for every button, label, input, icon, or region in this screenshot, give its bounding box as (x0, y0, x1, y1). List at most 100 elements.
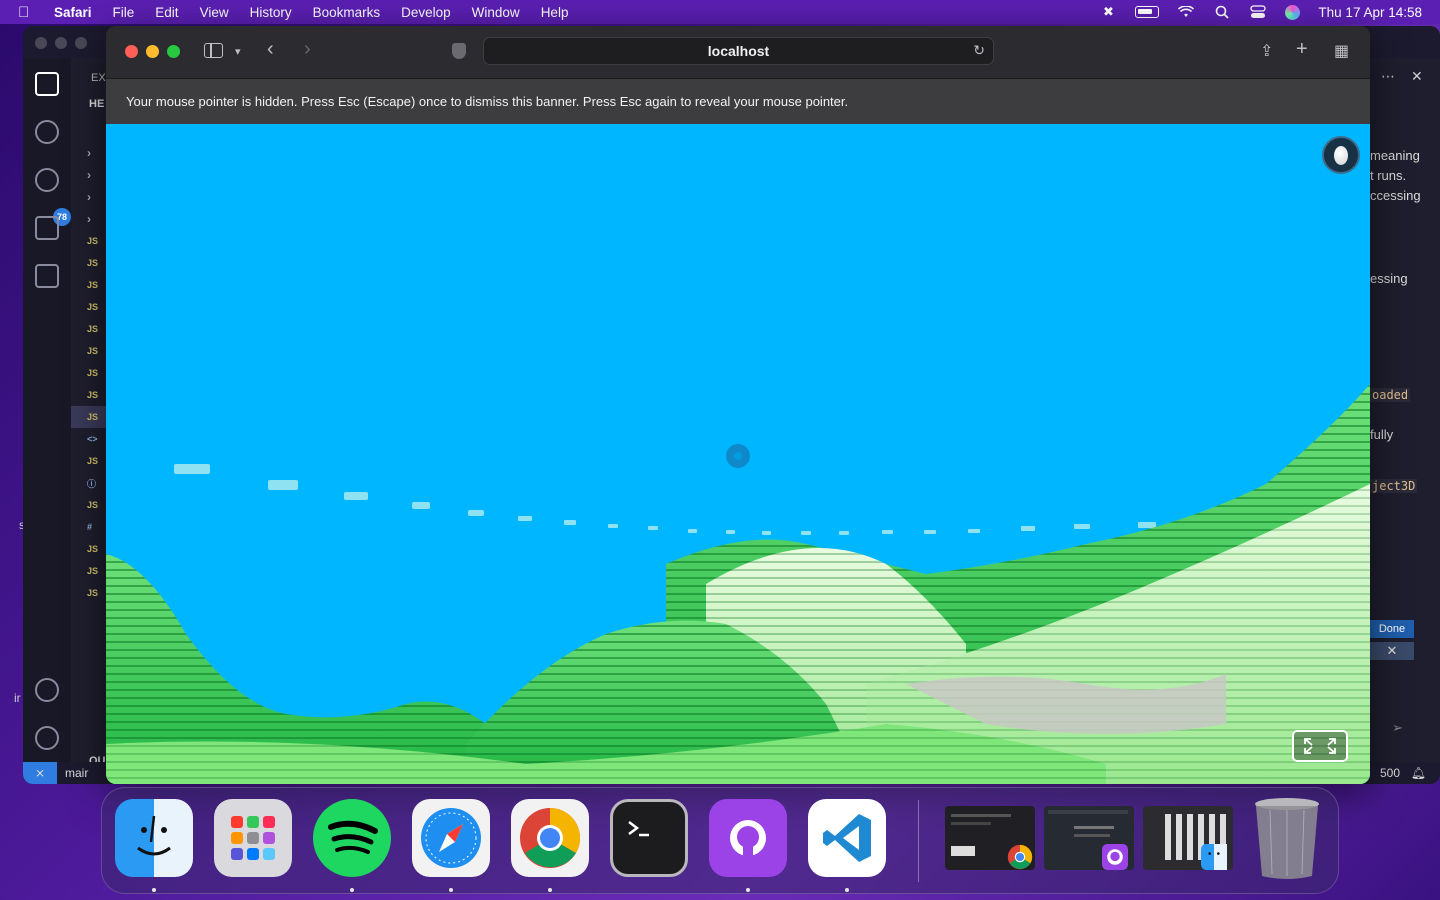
privacy-shield-icon[interactable] (452, 43, 466, 59)
address-bar-url: localhost (707, 43, 770, 59)
send-icon[interactable]: ➢ (1392, 720, 1403, 736)
running-indicator (152, 888, 156, 892)
close-panel-icon[interactable]: ✕ (1411, 68, 1423, 85)
menu-app-name[interactable]: Safari (54, 5, 92, 20)
game-canvas[interactable] (106, 124, 1370, 784)
wifi-icon[interactable] (1177, 5, 1195, 19)
file-type-icon: JS (87, 390, 99, 400)
file-type-icon: JS (87, 566, 99, 576)
search-icon[interactable] (35, 120, 59, 144)
file-type-icon: # (87, 522, 93, 532)
chat-text-fully: fully (1370, 427, 1394, 442)
running-indicator (746, 888, 750, 892)
fullscreen-button[interactable] (1292, 730, 1348, 762)
safari-icon[interactable] (412, 799, 490, 877)
menu-window[interactable]: Window (472, 5, 520, 20)
zoom-window-button[interactable] (167, 45, 180, 58)
egg-icon (1334, 145, 1348, 165)
dock-separator (918, 800, 919, 882)
file-type-icon: JS (87, 324, 99, 334)
safari-toolbar: ▾ ‹ › localhost ↻ ⇪ + ▦ (106, 26, 1370, 78)
git-branch[interactable]: mair (65, 766, 88, 780)
spotify-icon[interactable] (313, 799, 391, 877)
running-indicator (449, 888, 453, 892)
file-type-icon: JS (87, 346, 99, 356)
menu-bar:  Safari File Edit View History Bookmark… (0, 0, 1440, 24)
menu-file[interactable]: File (113, 5, 135, 20)
vscode-window-controls[interactable] (35, 37, 87, 49)
github-desktop-icon (1102, 844, 1128, 870)
menu-edit[interactable]: Edit (155, 5, 178, 20)
file-type-icon: JS (87, 544, 99, 554)
chrome-icon[interactable] (511, 799, 589, 877)
menubar-clock[interactable]: Thu 17 Apr 14:58 (1318, 5, 1422, 20)
file-type-icon: <> (87, 434, 98, 444)
menu-help[interactable]: Help (541, 5, 569, 20)
crosshair-icon (726, 444, 750, 468)
chrome-window-thumbnail[interactable] (945, 806, 1035, 870)
share-icon[interactable]: ⇪ (1260, 41, 1273, 61)
run-debug-icon[interactable] (35, 216, 59, 240)
running-indicator (350, 888, 354, 892)
finder-window-thumbnail[interactable] (1143, 806, 1233, 870)
source-control-icon[interactable] (35, 168, 59, 192)
close-window-button[interactable] (125, 45, 138, 58)
menu-view[interactable]: View (200, 5, 229, 20)
file-type-icon: JS (87, 456, 99, 466)
chat-line-1: meaning (1370, 148, 1420, 163)
vscode-activity-bar: 78 (23, 58, 71, 762)
apple-menu-icon[interactable]:  (18, 4, 36, 21)
trash-icon[interactable] (1252, 796, 1322, 880)
file-type-icon: ⓘ (87, 478, 97, 489)
battery-icon[interactable] (1135, 6, 1160, 18)
reload-icon[interactable]: ↻ (973, 42, 985, 59)
manage-gear-icon[interactable] (35, 726, 59, 750)
extensions-icon[interactable] (35, 264, 59, 288)
spotlight-search-icon[interactable] (1213, 5, 1231, 19)
status-right-text[interactable]: 500 (1380, 766, 1400, 780)
tab-overview-icon[interactable]: ▦ (1334, 41, 1349, 61)
explorer-section-label[interactable]: HE (89, 98, 104, 110)
siri-icon[interactable] (1285, 4, 1301, 20)
control-center-icon[interactable] (1249, 5, 1267, 19)
finder-icon[interactable] (115, 799, 193, 877)
more-actions-icon[interactable]: ⋯ (1381, 68, 1395, 85)
close-icon[interactable]: ✕ (1370, 642, 1414, 660)
file-type-icon: JS (87, 236, 99, 246)
back-button-icon[interactable]: ‹ (267, 38, 274, 61)
github-desktop-icon[interactable] (709, 799, 787, 877)
terminal-icon[interactable] (610, 799, 688, 877)
menu-bookmarks[interactable]: Bookmarks (313, 5, 381, 20)
remote-indicator-icon[interactable]: ⨯ (23, 762, 57, 784)
cloud-row (174, 464, 1156, 535)
chat-code-loaded: oaded (1370, 388, 1411, 402)
vscode-icon[interactable] (808, 799, 886, 877)
chat-line-4: essing (1370, 271, 1408, 286)
chevron-down-icon[interactable]: ▾ (235, 45, 241, 58)
running-indicator (548, 888, 552, 892)
dock (101, 787, 1339, 894)
file-type-icon: JS (87, 588, 99, 598)
file-type-icon: JS (87, 302, 99, 312)
pointer-lock-banner: Your mouse pointer is hidden. Press Esc … (106, 78, 1370, 124)
launchpad-icon[interactable] (214, 799, 292, 877)
bluetooth-icon[interactable]: ✖ (1099, 4, 1117, 19)
file-type-icon: JS (87, 280, 99, 290)
address-bar[interactable]: localhost ↻ (483, 37, 994, 65)
github-window-thumbnail[interactable] (1044, 806, 1134, 870)
forward-button-icon[interactable]: › (304, 38, 311, 61)
pointer-lock-banner-text: Your mouse pointer is hidden. Press Esc … (126, 94, 849, 109)
file-type-icon: JS (87, 412, 99, 422)
sidebar-toggle-icon[interactable] (204, 43, 223, 58)
notifications-bell-icon[interactable]: 🔔︎ (1411, 766, 1426, 780)
chat-line-3: ccessing (1370, 188, 1421, 203)
done-button[interactable]: Done (1370, 620, 1414, 638)
new-tab-icon[interactable]: + (1296, 38, 1308, 61)
minimize-window-button[interactable] (146, 45, 159, 58)
account-icon[interactable] (35, 678, 59, 702)
menu-history[interactable]: History (250, 5, 292, 20)
player-avatar-button[interactable] (1322, 136, 1360, 174)
explorer-icon[interactable] (35, 72, 59, 96)
file-type-icon: JS (87, 258, 99, 268)
menu-develop[interactable]: Develop (401, 5, 451, 20)
